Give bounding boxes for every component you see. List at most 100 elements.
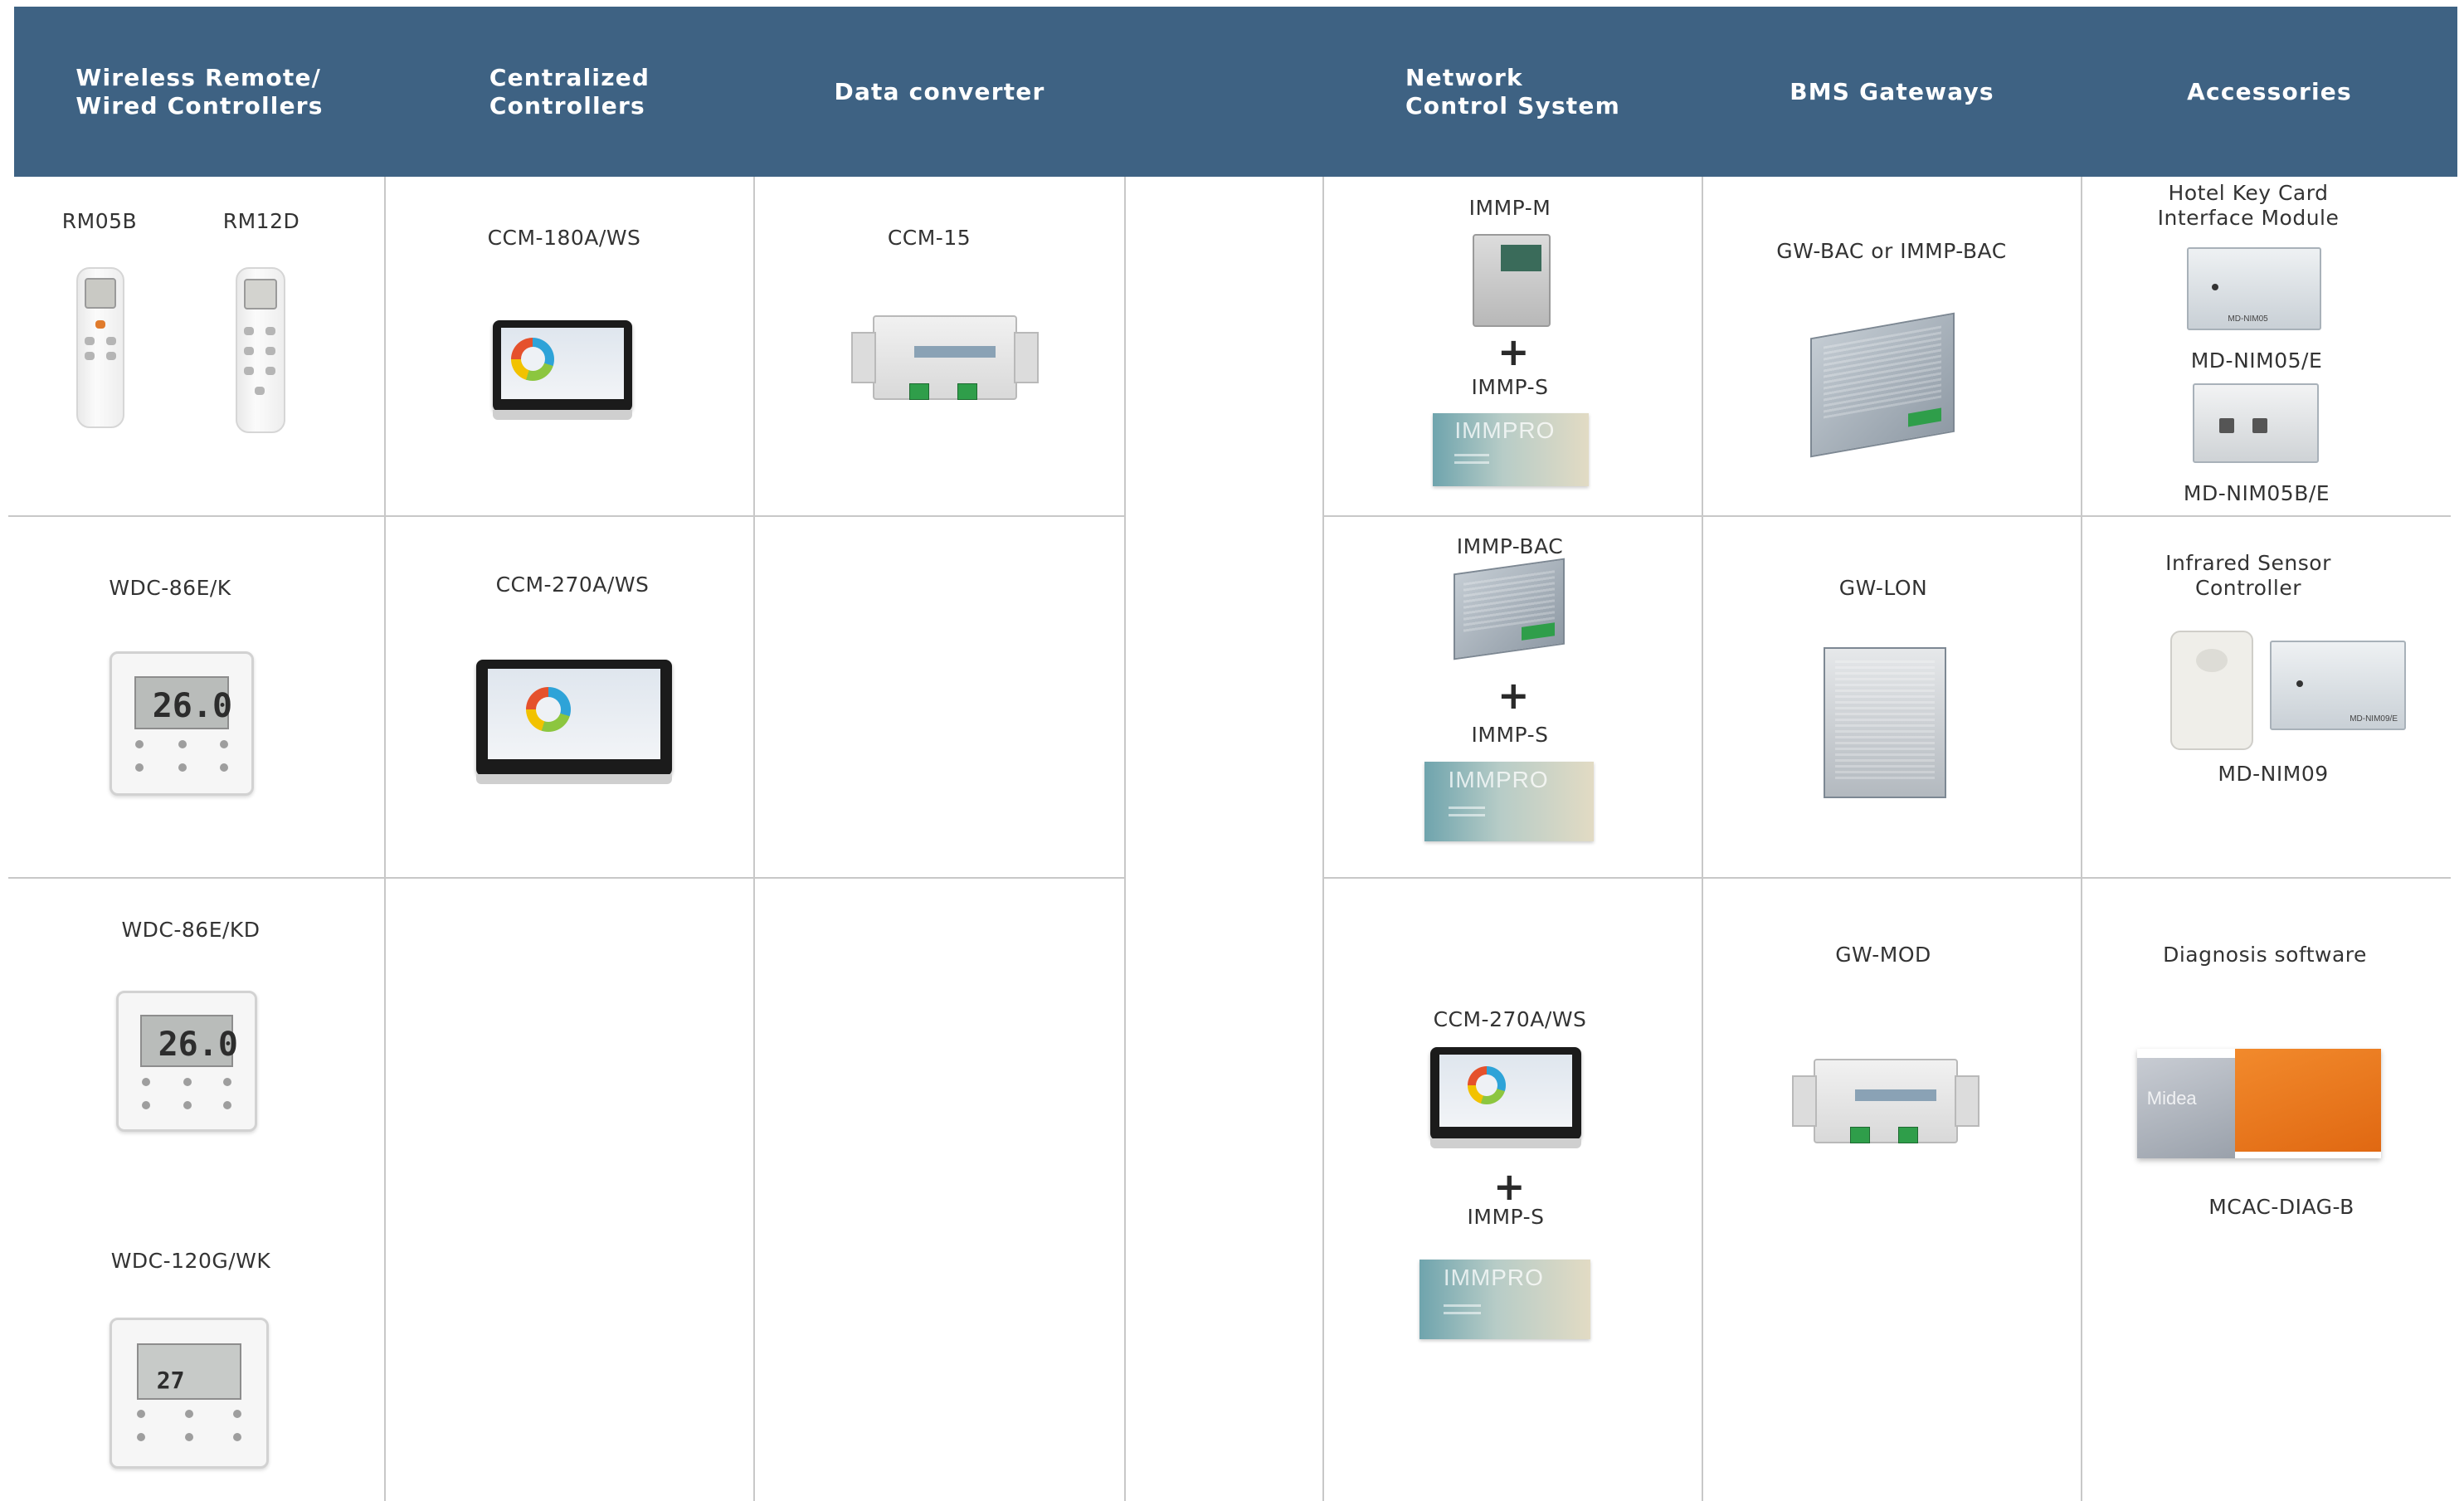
controller-key <box>220 763 228 772</box>
header-centralized-controllers: Centralized Controllers <box>385 7 754 177</box>
product-label-gwbac: GW-BAC or IMMP-BAC <box>1776 239 2007 263</box>
header-wireless-wired-controllers: Wireless Remote/ Wired Controllers <box>14 7 385 177</box>
wired-controller-wdc86ek-image: 26.0 <box>110 651 254 796</box>
gateway-gwmod-image <box>1792 1059 1979 1143</box>
case-texture <box>1823 325 1942 419</box>
gateway-gwbac-image <box>1810 312 1955 458</box>
software-box-left: Midea <box>2137 1057 2235 1158</box>
remote-button <box>265 347 275 355</box>
product-label-gwmod: GW-MOD <box>1835 943 1931 967</box>
product-label-hotel-key-card-module: Hotel Key Card Interface Module <box>2157 181 2340 230</box>
plus-sign: + <box>1493 1164 1526 1209</box>
controller-screen: 26.0 <box>140 1015 238 1068</box>
product-label-immpm: IMMP-M <box>1468 196 1551 220</box>
header-blank <box>1125 7 1323 177</box>
remote-button <box>244 327 254 335</box>
row-divider <box>8 877 1124 879</box>
lcd-reading: 26.0 <box>158 1025 238 1064</box>
converter-label <box>913 346 996 358</box>
remote-button <box>106 352 116 360</box>
remote-button <box>95 320 105 329</box>
module-led <box>2296 680 2303 687</box>
controller-key <box>178 740 187 748</box>
remote-button <box>255 387 265 395</box>
controller-key <box>142 1078 150 1086</box>
donut-graphic <box>511 337 555 381</box>
column-divider <box>2081 177 2082 1501</box>
remote-button <box>244 367 254 375</box>
remote-button <box>265 327 275 335</box>
brand-logo: Midea <box>2146 1087 2197 1109</box>
header-label: Wireless Remote/ Wired Controllers <box>75 63 324 119</box>
controller-key <box>183 1078 192 1086</box>
product-label-immpbac: IMMP-BAC <box>1456 534 1564 558</box>
mounting-ear <box>1014 331 1039 384</box>
remote-button <box>265 367 275 375</box>
banner-line <box>1454 454 1489 457</box>
product-label-ccm270aws-network: CCM-270A/WS <box>1433 1007 1587 1031</box>
table-header: Wireless Remote/ Wired Controllers Centr… <box>14 7 2457 177</box>
header-data-converter: Data converter <box>754 7 1125 177</box>
row-divider <box>1322 515 2451 517</box>
controller-screen <box>488 669 660 760</box>
interface-module-mdnim05e-image: MD-NIM05 <box>2187 247 2321 330</box>
header-network-control-system: Network Control System <box>1323 7 1702 177</box>
wired-controller-wdc120gwk-image: 27 <box>110 1318 269 1469</box>
controller-key <box>223 1101 231 1109</box>
remote-lcd <box>243 278 278 310</box>
column-divider <box>1322 177 1324 1501</box>
product-label-wdc86ek: WDC-86E/K <box>109 576 231 600</box>
product-label-mdnim05be: MD-NIM05B/E <box>2183 481 2330 505</box>
product-label-rm05b: RM05B <box>61 209 138 233</box>
controller-key <box>142 1101 150 1109</box>
terminal-block <box>909 383 929 400</box>
donut-graphic <box>1467 1065 1506 1104</box>
banner-line <box>1443 1312 1482 1315</box>
product-label-wdc86ekd: WDC-86E/KD <box>121 918 261 942</box>
plus-sign: + <box>1497 329 1530 374</box>
case-texture <box>1834 660 1936 779</box>
terminal-block <box>1850 1127 1870 1143</box>
gateway-gwlon-image <box>1824 647 1946 798</box>
product-label-immps: IMMP-S <box>1467 1205 1545 1229</box>
mounting-ear <box>1792 1075 1817 1128</box>
controller-screen <box>1439 1054 1573 1128</box>
banner-line <box>1454 461 1489 465</box>
header-label: Data converter <box>834 77 1045 105</box>
immpro-wordmark: IMMPRO <box>1443 1264 1544 1290</box>
module-led <box>2212 284 2218 290</box>
product-label-ccm180aws: CCM-180A/WS <box>487 226 641 250</box>
product-label-ccm15: CCM-15 <box>887 226 971 250</box>
controller-key <box>135 740 144 748</box>
module-label <box>1500 244 1541 272</box>
plus-sign: + <box>1497 673 1530 718</box>
column-divider <box>1702 177 1703 1501</box>
product-label-wdc120gwk: WDC-120G/WK <box>110 1249 271 1273</box>
immpro-software-image: IMMPRO <box>1433 413 1589 486</box>
lcd-reading: 27 <box>156 1366 185 1394</box>
diagnosis-software-image: Midea <box>2137 1049 2381 1158</box>
remote-button <box>244 347 254 355</box>
controller-key <box>233 1433 241 1441</box>
controller-key <box>185 1433 193 1441</box>
immpro-wordmark: IMMPRO <box>1448 766 1549 792</box>
controller-key <box>178 763 187 772</box>
touch-controller-ccm270aws-network-image <box>1430 1047 1581 1148</box>
remote-controller-rm12d-image <box>236 267 285 433</box>
converter-label <box>1854 1089 1937 1101</box>
sensor-lens <box>2195 648 2228 672</box>
data-converter-ccm15-image <box>851 315 1039 400</box>
lcd-reading: 26.0 <box>152 686 233 725</box>
controller-base <box>1430 1138 1581 1148</box>
software-box-right <box>2234 1049 2381 1153</box>
mounting-ear <box>1955 1075 1979 1128</box>
interface-module-mdnim05be-image <box>2193 383 2319 463</box>
header-label: Network Control System <box>1405 63 1620 119</box>
module-tag: MD-NIM09/E <box>2350 714 2398 724</box>
remote-button <box>106 337 116 345</box>
controller-key <box>220 740 228 748</box>
module-tag: MD-NIM05 <box>2228 314 2268 324</box>
terminal-block <box>1898 1127 1918 1143</box>
controller-key <box>183 1101 192 1109</box>
controller-base <box>493 410 632 420</box>
